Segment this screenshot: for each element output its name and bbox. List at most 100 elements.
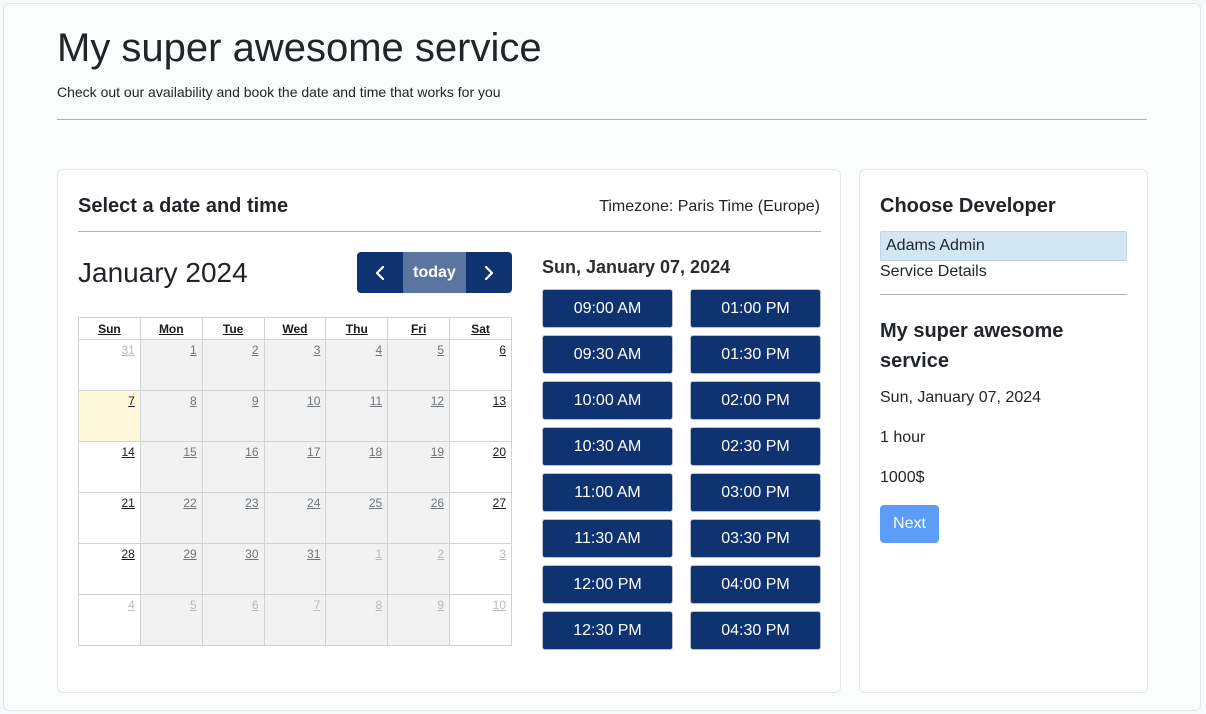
prev-month-button[interactable] — [357, 252, 403, 293]
day-number: 28 — [121, 547, 135, 561]
day-number: 9 — [251, 394, 259, 408]
booking-divider — [78, 231, 821, 232]
calendar-week: 14 15 16 17 18 19 20 — [78, 441, 512, 493]
calendar-day: 7 — [263, 594, 327, 646]
time-slot-button[interactable]: 10:00 AM — [542, 381, 673, 420]
day-number: 20 — [492, 445, 506, 459]
calendar-day: 11 — [325, 390, 389, 442]
chevron-left-icon — [375, 265, 385, 280]
day-number: 12 — [430, 394, 445, 408]
day-number: 31 — [307, 547, 321, 561]
calendar-day: 24 — [263, 492, 327, 544]
next-month-button[interactable] — [466, 252, 512, 293]
time-slot-button[interactable]: 03:00 PM — [690, 473, 821, 512]
day-number: 3 — [313, 343, 321, 357]
day-number: 5 — [437, 343, 445, 357]
calendar-day: 18 — [325, 441, 389, 493]
calendar-day: 31 — [263, 543, 327, 595]
day-number: 31 — [121, 343, 135, 357]
weekday-tue: Tue — [201, 317, 265, 340]
day-number: 1 — [190, 343, 197, 357]
time-slot-button[interactable]: 09:30 AM — [542, 335, 673, 374]
calendar-day: 19 — [387, 441, 451, 493]
page-title: My super awesome service — [57, 26, 542, 70]
page-subtitle: Check out our availability and book the … — [57, 84, 501, 100]
summary-card: Choose Developer Adams Admin Service Det… — [859, 169, 1148, 693]
calendar-day: 15 — [139, 441, 203, 493]
calendar-day[interactable]: 28 — [78, 543, 141, 595]
time-slot-button[interactable]: 03:30 PM — [690, 519, 821, 558]
day-number: 30 — [245, 547, 259, 561]
time-slot-button[interactable]: 04:30 PM — [690, 611, 821, 650]
calendar-week: 4 5 6 7 8 9 10 — [78, 594, 512, 646]
calendar-day: 4 — [78, 594, 141, 646]
calendar-day: 30 — [201, 543, 265, 595]
calendar-day[interactable]: 14 — [78, 441, 141, 493]
calendar-day[interactable]: 13 — [449, 390, 512, 442]
day-number: 4 — [128, 598, 135, 612]
day-number: 29 — [183, 547, 197, 561]
day-number: 5 — [190, 598, 197, 612]
today-button[interactable]: today — [403, 252, 466, 293]
time-slot-button[interactable]: 10:30 AM — [542, 427, 673, 466]
calendar-day[interactable]: 6 — [449, 339, 512, 391]
weekday-wed: Wed — [263, 317, 327, 340]
summary-date: Sun, January 07, 2024 — [880, 389, 1042, 406]
calendar-day: 8 — [139, 390, 203, 442]
calendar-day: 3 — [263, 339, 327, 391]
day-number: 10 — [307, 394, 321, 408]
day-number: 18 — [368, 445, 383, 459]
summary-price: 1000$ — [880, 469, 925, 486]
calendar-day[interactable]: 27 — [449, 492, 512, 544]
calendar-day[interactable]: 20 — [449, 441, 512, 493]
calendar-day-selected[interactable]: 7 — [78, 390, 141, 442]
day-number: 25 — [368, 496, 383, 510]
time-slot-button[interactable]: 01:30 PM — [690, 335, 821, 374]
calendar-day: 9 — [387, 594, 451, 646]
time-slot-button[interactable]: 12:00 PM — [542, 565, 673, 604]
calendar-week: 21 22 23 24 25 26 27 — [78, 492, 512, 544]
calendar-day: 29 — [139, 543, 203, 595]
calendar-day: 3 — [449, 543, 512, 595]
day-number: 7 — [128, 394, 135, 408]
time-slot-button[interactable]: 04:00 PM — [690, 565, 821, 604]
time-slot-button[interactable]: 12:30 PM — [542, 611, 673, 650]
next-button[interactable]: Next — [880, 505, 939, 543]
weekday-thu: Thu — [325, 317, 389, 340]
time-slot-button[interactable]: 11:30 AM — [542, 519, 673, 558]
calendar-day: 4 — [325, 339, 389, 391]
timezone-label[interactable]: Timezone: Paris Time (Europe) — [599, 197, 820, 217]
day-number: 2 — [251, 343, 259, 357]
calendar-nav: today — [357, 252, 512, 293]
day-number: 8 — [375, 598, 383, 612]
day-number: 9 — [437, 598, 445, 612]
calendar-day: 10 — [449, 594, 512, 646]
calendar-day: 12 — [387, 390, 451, 442]
service-details-label: Service Details — [880, 263, 987, 280]
time-slot-button[interactable]: 02:00 PM — [690, 381, 821, 420]
calendar-day: 9 — [201, 390, 265, 442]
calendar-day: 25 — [325, 492, 389, 544]
calendar-month-title: January 2024 — [78, 257, 248, 288]
calendar-day: 5 — [387, 339, 451, 391]
selected-date-heading: Sun, January 07, 2024 — [542, 257, 731, 277]
day-number: 4 — [375, 343, 383, 357]
summary-divider — [880, 294, 1127, 295]
booking-heading: Select a date and time — [78, 195, 289, 217]
day-number: 22 — [183, 496, 197, 510]
calendar-day: 6 — [201, 594, 265, 646]
day-number: 21 — [121, 496, 135, 510]
time-slot-button[interactable]: 11:00 AM — [542, 473, 673, 512]
summary-duration: 1 hour — [880, 429, 926, 446]
day-number: 16 — [245, 445, 259, 459]
day-number: 2 — [437, 547, 445, 561]
calendar-day: 1 — [325, 543, 389, 595]
time-slot-button[interactable]: 09:00 AM — [542, 289, 673, 328]
developer-option-selected[interactable]: Adams Admin — [880, 231, 1127, 261]
time-slot-button[interactable]: 02:30 PM — [690, 427, 821, 466]
time-slot-button[interactable]: 01:00 PM — [690, 289, 821, 328]
chevron-right-icon — [484, 265, 494, 280]
calendar-day: 23 — [201, 492, 265, 544]
calendar-grid: Sun Mon Tue Wed Thu Fri Sat 31 1 2 3 4 5… — [78, 317, 512, 646]
calendar-day[interactable]: 21 — [78, 492, 141, 544]
